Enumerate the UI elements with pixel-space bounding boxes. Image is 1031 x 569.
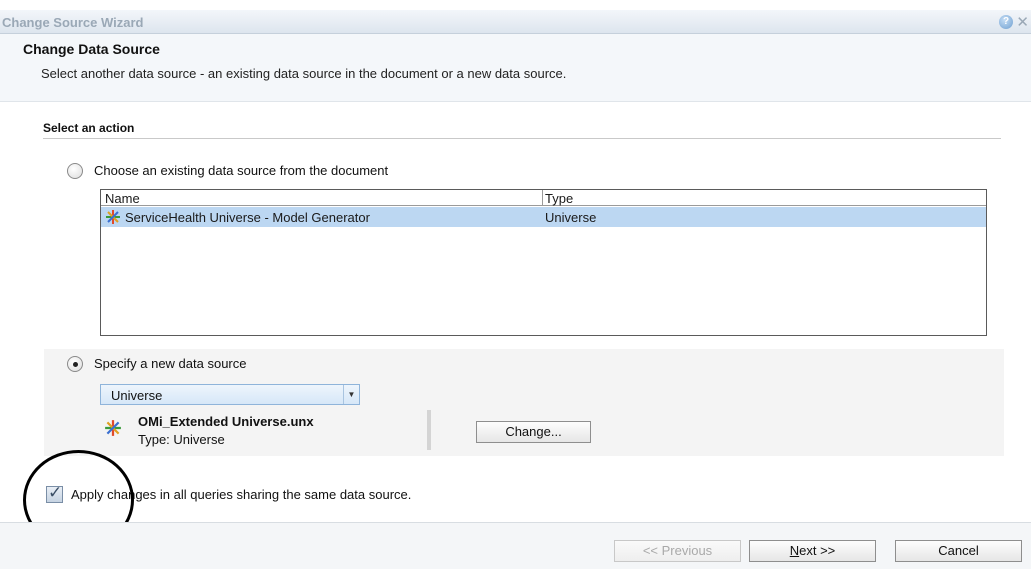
help-icon[interactable]: ? bbox=[999, 15, 1013, 29]
next-accel-key: N bbox=[789, 543, 800, 558]
row-type-cell: Universe bbox=[545, 210, 597, 225]
universe-name: OMi_Extended Universe.unx bbox=[138, 414, 314, 429]
table-row[interactable]: ServiceHealth Universe - Model Generator… bbox=[101, 207, 986, 227]
next-label-rest: ext >> bbox=[799, 543, 836, 558]
new-source-radio[interactable] bbox=[67, 356, 83, 372]
source-type-value: Universe bbox=[111, 388, 163, 403]
section-label: Select an action bbox=[43, 121, 135, 135]
cancel-button[interactable]: Cancel bbox=[895, 540, 1022, 562]
data-source-table[interactable]: Name Type ServiceHealth Universe - Model… bbox=[100, 189, 987, 336]
title-bar: Change Source Wizard ? ✕ bbox=[0, 10, 1031, 34]
section-divider bbox=[43, 138, 1001, 139]
universe-icon bbox=[104, 419, 122, 440]
universe-icon bbox=[105, 209, 121, 228]
close-icon[interactable]: ✕ bbox=[1016, 13, 1029, 31]
vertical-divider bbox=[427, 410, 431, 450]
existing-source-label[interactable]: Choose an existing data source from the … bbox=[94, 163, 388, 178]
row-name-cell: ServiceHealth Universe - Model Generator bbox=[125, 210, 370, 225]
source-type-select[interactable]: Universe ▼ bbox=[100, 384, 360, 405]
window-title: Change Source Wizard bbox=[2, 15, 144, 30]
column-header-type[interactable]: Type bbox=[545, 191, 573, 206]
column-divider[interactable] bbox=[542, 190, 543, 206]
previous-button[interactable]: << Previous bbox=[614, 540, 741, 562]
page-subtitle: Select another data source - an existing… bbox=[41, 66, 567, 81]
change-button[interactable]: Change... bbox=[476, 421, 591, 443]
column-header-name[interactable]: Name bbox=[105, 191, 140, 206]
new-source-label[interactable]: Specify a new data source bbox=[94, 356, 246, 371]
existing-source-radio[interactable] bbox=[67, 163, 83, 179]
wizard-footer bbox=[0, 522, 1031, 569]
next-button[interactable]: Next >> bbox=[749, 540, 876, 562]
chevron-down-icon[interactable]: ▼ bbox=[343, 385, 359, 404]
universe-type: Type: Universe bbox=[138, 432, 225, 447]
page-title: Change Data Source bbox=[23, 41, 160, 57]
wizard-header: Change Data Source Select another data s… bbox=[0, 34, 1031, 102]
table-header: Name Type bbox=[101, 190, 986, 206]
